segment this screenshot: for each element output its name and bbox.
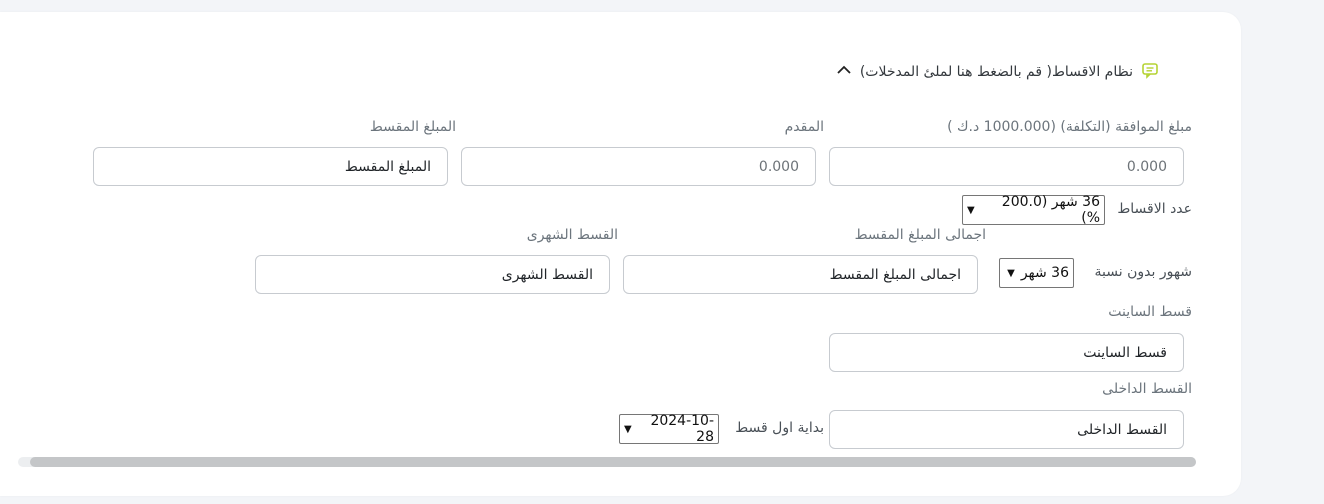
select-arrow-icon: ▼ — [1007, 267, 1015, 279]
installments-count-select[interactable]: 36 شهر (200.0 %) ▼ — [962, 194, 1105, 226]
select-arrow-icon: ▼ — [967, 204, 975, 216]
total-installment-label: اجمالى المبلغ المقسط — [854, 227, 986, 243]
chevron-up-icon[interactable] — [836, 64, 852, 80]
approved-amount-label: مبلغ الموافقة (التكلفة) (1000.000 د.ك ) — [947, 119, 1192, 135]
monthly-installment-input[interactable]: القسط الشهرى — [255, 255, 610, 294]
select-arrow-icon: ▼ — [624, 423, 632, 435]
internal-installment-input[interactable]: القسط الداخلى — [829, 410, 1184, 449]
horizontal-scrollbar[interactable] — [18, 457, 1196, 467]
down-payment-label: المقدم — [784, 119, 824, 135]
message-icon — [1141, 61, 1159, 83]
cyient-installment-label: قسط الساينت — [1108, 304, 1192, 320]
approved-amount-input[interactable]: 0.000 — [829, 147, 1184, 186]
down-payment-input[interactable]: 0.000 — [461, 147, 816, 186]
installment-amount-placeholder: المبلغ المقسط — [344, 158, 431, 175]
monthly-installment-placeholder: القسط الشهرى — [501, 266, 593, 283]
cyient-installment-placeholder: قسط الساينت — [1083, 344, 1167, 361]
down-payment-value: 0.000 — [758, 158, 799, 175]
first-installment-select[interactable]: 2024-10-28 ▼ — [619, 413, 719, 445]
installment-amount-input[interactable]: المبلغ المقسط — [93, 147, 448, 186]
interest-free-label: شهور بدون نسبة — [1094, 264, 1192, 280]
section-toggle[interactable]: نظام الاقساط( قم بالضغط هنا لملئ المدخلا… — [836, 62, 1159, 82]
internal-installment-placeholder: القسط الداخلى — [1077, 421, 1167, 438]
installments-count-value: 36 شهر (200.0 %) — [1001, 194, 1100, 226]
section-title: نظام الاقساط( قم بالضغط هنا لملئ المدخلا… — [859, 64, 1133, 80]
approved-amount-value: 0.000 — [1126, 158, 1167, 175]
total-installment-placeholder: اجمالى المبلغ المقسط — [829, 266, 961, 283]
total-installment-input[interactable]: اجمالى المبلغ المقسط — [623, 255, 978, 294]
first-installment-value: 2024-10-28 — [650, 413, 714, 445]
interest-free-value: 36 شهر — [1020, 265, 1069, 281]
installments-count-label: عدد الاقساط — [1117, 201, 1192, 217]
internal-installment-label: القسط الداخلى — [1102, 381, 1192, 397]
monthly-installment-label: القسط الشهرى — [526, 227, 618, 243]
cyient-installment-input[interactable]: قسط الساينت — [829, 333, 1184, 372]
interest-free-select[interactable]: 36 شهر ▼ — [999, 258, 1074, 288]
installment-amount-label: المبلغ المقسط — [369, 119, 456, 135]
scrollbar-thumb[interactable] — [30, 457, 1196, 467]
first-installment-label: بداية اول قسط — [735, 420, 824, 436]
